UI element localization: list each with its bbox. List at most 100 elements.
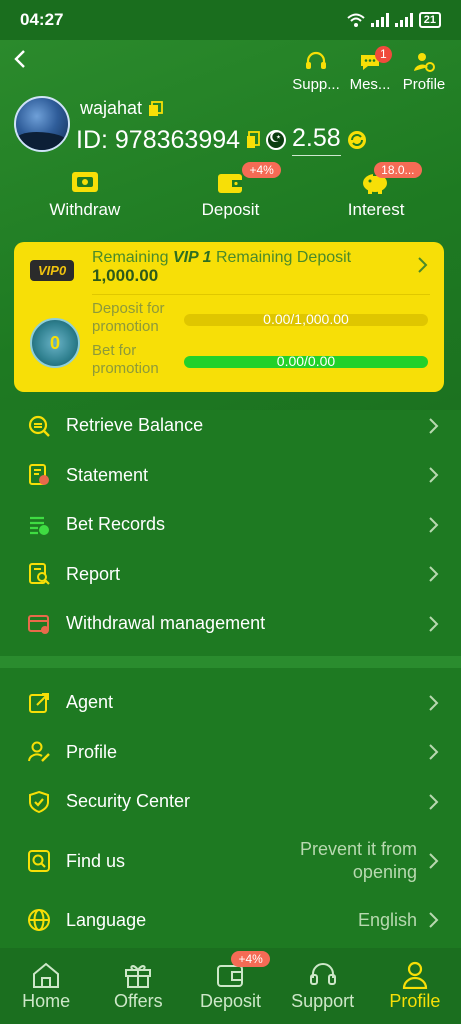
headset-icon [306, 51, 326, 69]
refresh-icon[interactable] [347, 130, 367, 150]
messages-button[interactable]: 1 Mes... [345, 46, 395, 93]
menu-label: Withdrawal management [66, 613, 266, 634]
deposit-label: Deposit [201, 200, 260, 219]
withdraw-icon [71, 172, 98, 192]
menu-label: Security Center [66, 791, 191, 812]
menu-language[interactable]: Language English [0, 896, 461, 946]
bet-records-icon [26, 512, 52, 538]
headset-icon [309, 963, 336, 985]
language-value: English [357, 909, 417, 930]
chevron-right-icon[interactable] [416, 256, 428, 274]
deposit-button[interactable]: +4% Deposit [170, 162, 290, 220]
profile-top-label: Profile [402, 76, 446, 93]
menu-statement[interactable]: Statement [0, 451, 461, 501]
back-chevron-icon[interactable] [10, 48, 30, 70]
profile-top-button[interactable]: Profile [399, 50, 449, 93]
interest-label: Interest [347, 200, 405, 219]
menu-bet-records[interactable]: Bet Records [0, 500, 461, 550]
vip-card[interactable]: VIP0 Remaining VIP 1 Remaining Deposit 1… [14, 242, 444, 392]
section-divider [0, 656, 461, 668]
bottom-nav: Home Offers +4% Deposit Support Profile [0, 948, 461, 1024]
nav-deposit-badge: +4% [231, 951, 270, 967]
battery-icon: 21 [418, 12, 441, 28]
vip-medal-icon: 0 [30, 318, 80, 368]
deposit-wallet-icon [218, 174, 243, 193]
menu-withdrawal-management[interactable]: Withdrawal management [0, 599, 461, 649]
deposit-bonus-badge: +4% [242, 162, 281, 178]
user-id: ID: 978363994 [76, 125, 241, 154]
withdraw-button[interactable]: Withdraw [25, 168, 145, 220]
deposit-progress-bar: 0.00/1,000.00 [184, 314, 428, 326]
chevron-right-icon [429, 912, 439, 928]
menu-label: Find us [66, 850, 126, 871]
avatar[interactable] [14, 96, 70, 152]
vip-level-tag: VIP0 [30, 260, 75, 281]
status-icons: 21 [347, 12, 441, 28]
globe-icon [26, 907, 52, 933]
nav-deposit[interactable]: +4% Deposit [185, 951, 275, 1012]
home-icon [33, 962, 60, 988]
chevron-right-icon [429, 794, 439, 810]
messages-badge: 1 [375, 46, 392, 63]
account-menu: Retrieve Balance Statement Bet Records R… [0, 401, 461, 649]
menu-retrieve-balance[interactable]: Retrieve Balance [0, 401, 461, 451]
vip-title: Remaining VIP 1 Remaining Deposit [92, 248, 351, 267]
gift-icon [125, 965, 152, 988]
statement-icon [26, 462, 52, 488]
chevron-right-icon [429, 853, 439, 869]
bet-promotion-label: Bet for promotion [92, 342, 159, 377]
chevron-right-icon [429, 616, 439, 632]
menu-report[interactable]: Report [0, 550, 461, 600]
find-us-value-line1: Prevent it from [299, 839, 417, 859]
copy-icon[interactable] [148, 100, 164, 117]
nav-label: Profile [389, 991, 441, 1011]
menu-security-center[interactable]: Security Center [0, 777, 461, 827]
wallet-actions: Withdraw +4% Deposit 18.0... Interest [0, 162, 461, 220]
deposit-promotion-label: Deposit for promotion [92, 300, 165, 335]
chevron-right-icon [429, 418, 439, 434]
nav-label: Offers [113, 991, 163, 1011]
menu-agent[interactable]: Agent [0, 678, 461, 728]
chevron-right-icon [429, 517, 439, 533]
wifi-icon [347, 13, 365, 27]
find-us-icon [26, 848, 52, 874]
withdrawal-management-icon [26, 611, 52, 637]
user-edit-icon [26, 739, 52, 765]
nav-label: Support [291, 991, 355, 1011]
menu-profile[interactable]: Profile [0, 728, 461, 778]
status-bar: 04:27 21 [0, 0, 461, 40]
chevron-right-icon [429, 695, 439, 711]
signal-icon [370, 13, 389, 27]
chevron-right-icon [429, 566, 439, 582]
person-icon [402, 961, 427, 989]
nav-offers[interactable]: Offers [93, 961, 183, 1012]
agent-share-icon [26, 690, 52, 716]
copy-id-icon[interactable] [246, 131, 260, 149]
chevron-right-icon [429, 744, 439, 760]
header-actions: Supp... 1 Mes... Profile [291, 46, 449, 93]
support-label: Supp... [292, 76, 340, 93]
user-id-row: ID: 978363994 2.58 [76, 124, 367, 156]
messages-label: Mes... [349, 76, 391, 93]
retrieve-balance-icon [26, 413, 52, 439]
bet-progress-text: 0.00/0.00 [276, 356, 336, 368]
username-row: wajahat [80, 98, 164, 119]
vip-title-prefix: Remaining [92, 249, 169, 266]
menu-label: Report [66, 563, 121, 584]
chevron-right-icon [429, 467, 439, 483]
menu-label: Agent [66, 692, 114, 713]
vip-divider [92, 294, 430, 295]
nav-profile[interactable]: Profile [370, 961, 460, 1012]
bet-progress-bar: 0.00/0.00 [184, 356, 428, 368]
profile-settings-icon [414, 53, 435, 72]
menu-find-us[interactable]: Find us Prevent it from opening [0, 827, 461, 896]
nav-label: Home [22, 991, 71, 1011]
support-button[interactable]: Supp... [291, 50, 341, 93]
menu-label: Retrieve Balance [66, 415, 204, 436]
interest-button[interactable]: 18.0... Interest [316, 162, 436, 220]
nav-support[interactable]: Support [278, 961, 368, 1012]
interest-badge: 18.0... [374, 162, 422, 178]
nav-home[interactable]: Home [1, 961, 91, 1012]
vip-title-suffix: Remaining Deposit [215, 249, 352, 266]
vip-remaining-amount: 1,000.00 [92, 266, 159, 285]
